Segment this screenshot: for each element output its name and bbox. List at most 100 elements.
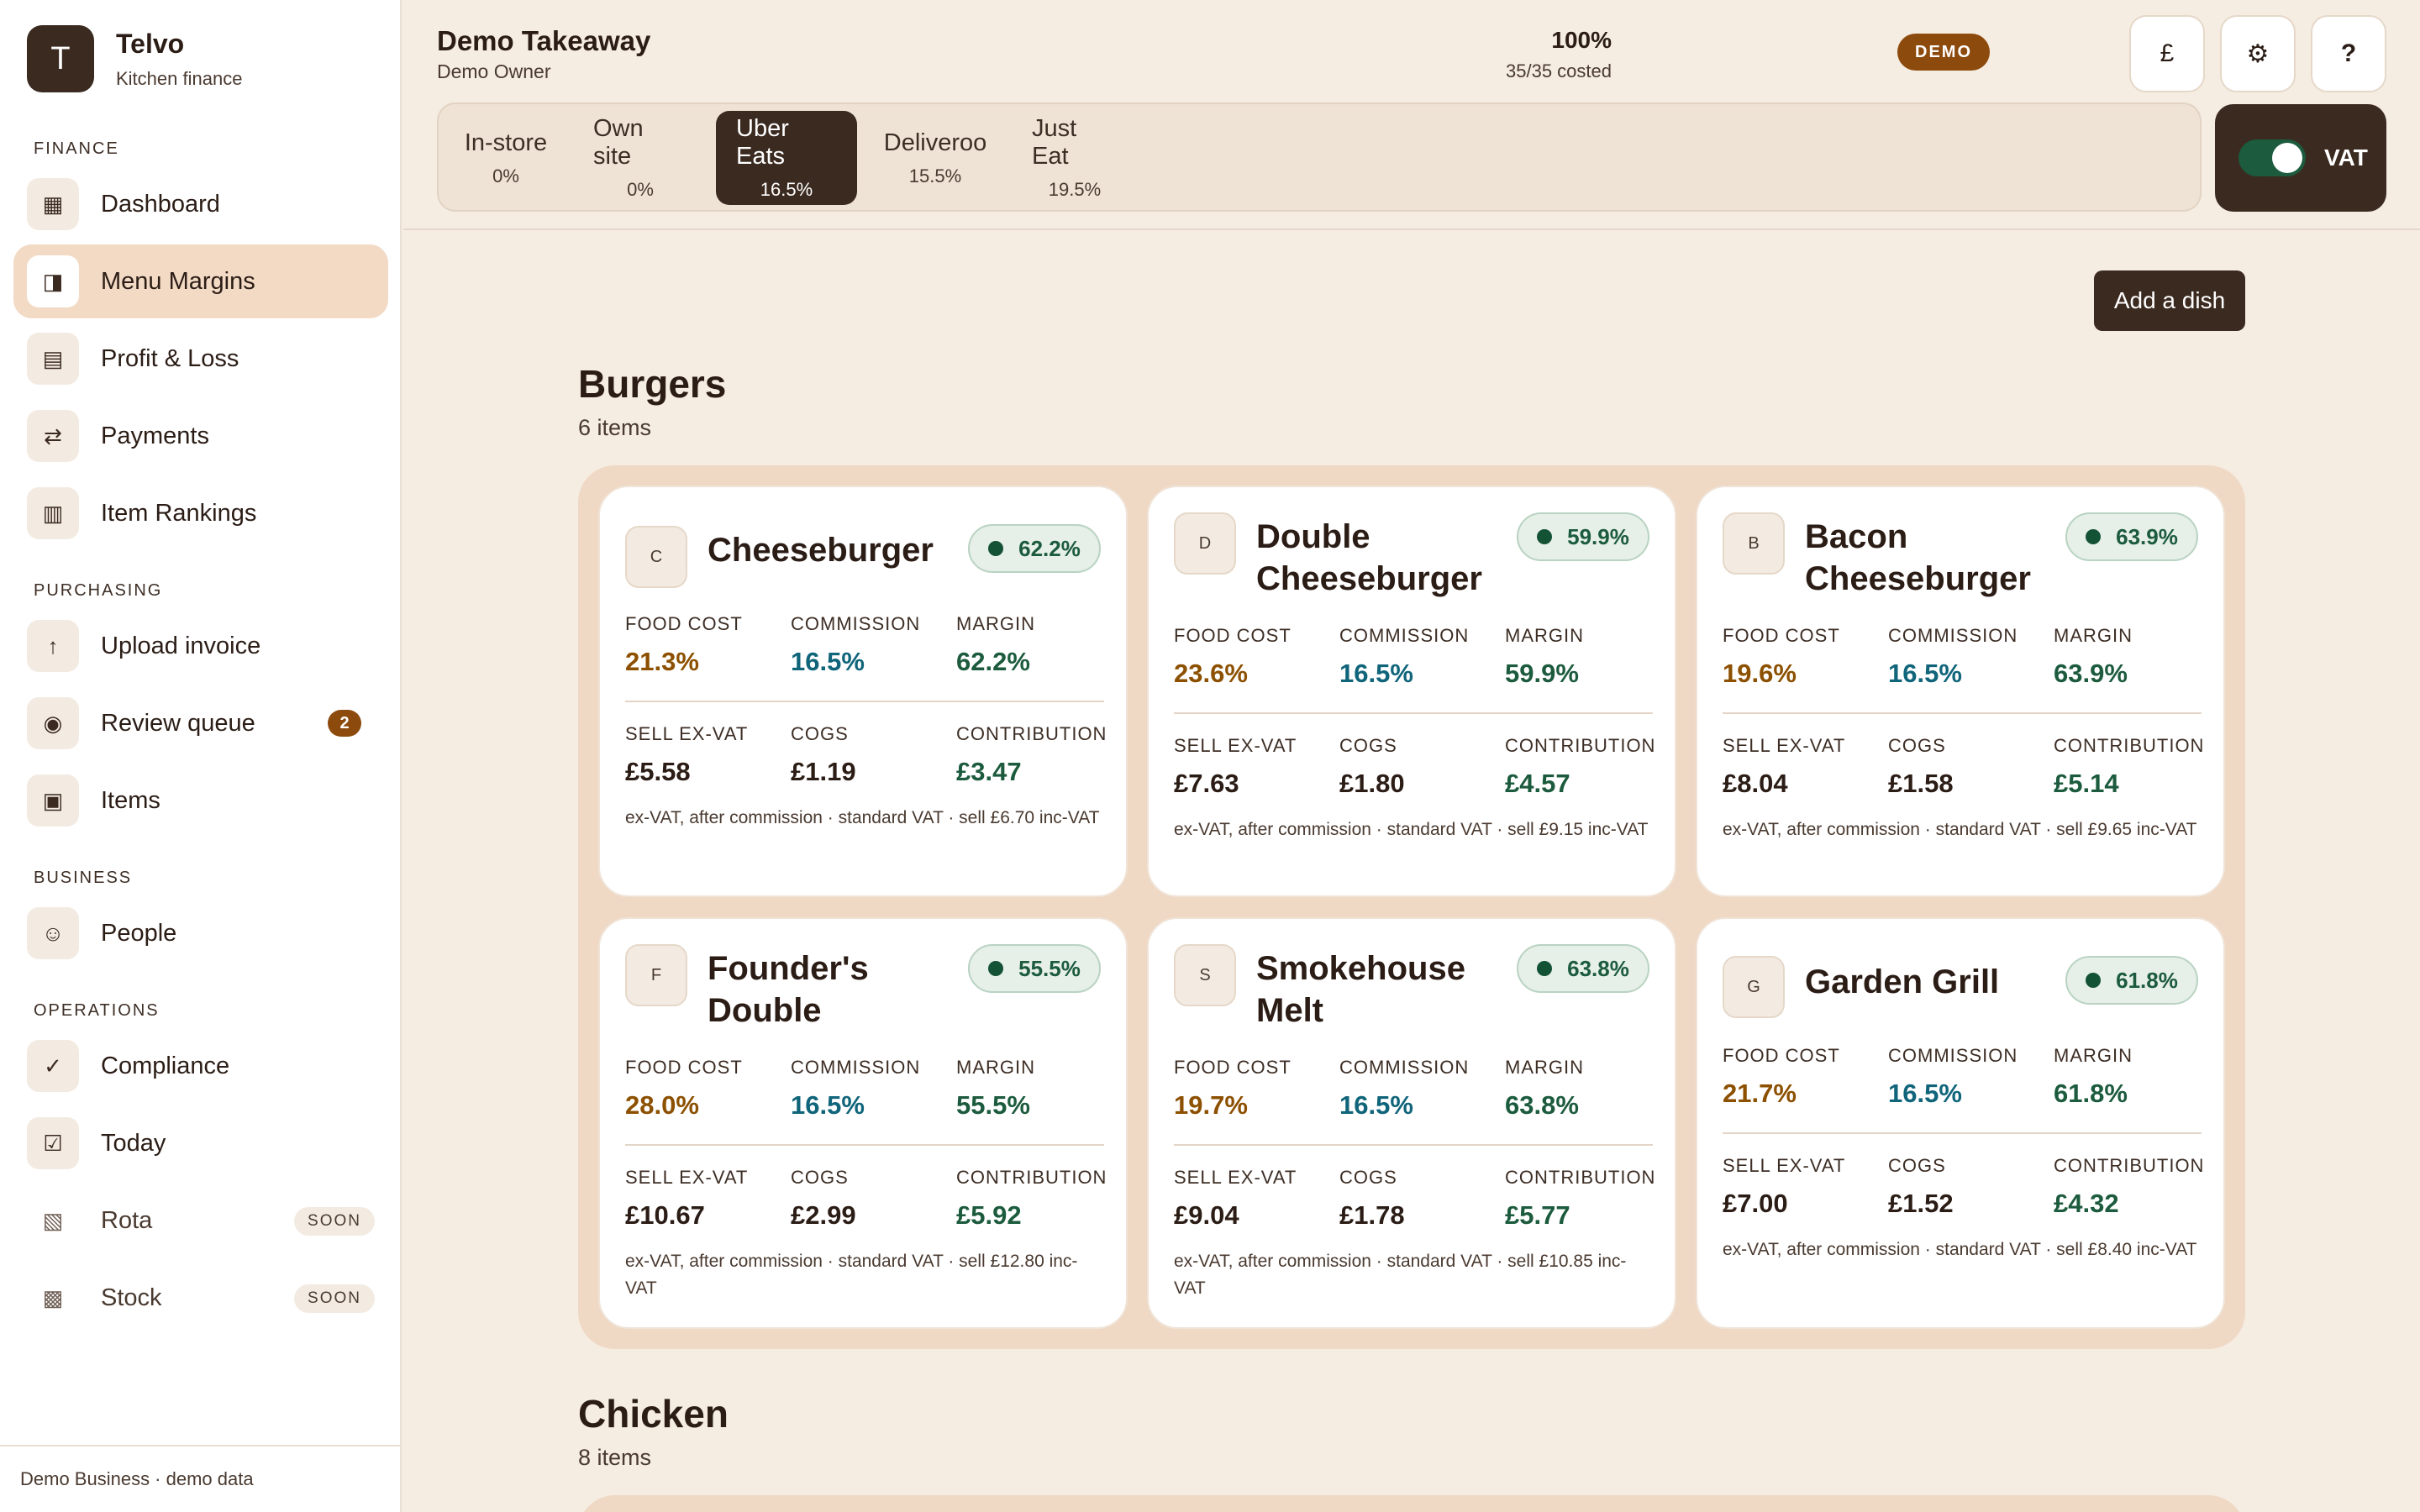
channel-uber-eats[interactable]: Uber Eats 16.5%	[716, 111, 857, 205]
sidebar-item-items[interactable]: ▣ Items	[13, 764, 388, 837]
channel-commission: 0%	[627, 179, 654, 200]
sidebar-item-compliance[interactable]: ✓ Compliance	[13, 1029, 388, 1103]
stat-row-percent: FOOD COST 23.6% COMMISSION 16.5% MARGIN 59.…	[1174, 625, 1653, 688]
sidebar-item-rota: ▧ Rota SOON	[13, 1184, 388, 1257]
margin-value: 63.8%	[1505, 1090, 1579, 1120]
cogs-value: £1.78	[1339, 1200, 1405, 1230]
stat-label: SELL EX-VAT	[625, 723, 749, 744]
card-divider	[1174, 712, 1653, 714]
dashboard-icon: ▦	[27, 178, 79, 230]
dish-avatar: G	[1723, 956, 1785, 1018]
stat-label: COMMISSION	[1888, 1045, 2018, 1066]
sell-stat: SELL EX-VAT £9.04	[1174, 1167, 1297, 1231]
margin-value: 55.5%	[956, 1090, 1030, 1120]
commission-value: 16.5%	[1339, 659, 1413, 688]
add-dish-button[interactable]: Add a dish	[2094, 270, 2245, 331]
margin-stat: MARGIN 63.9%	[2054, 625, 2133, 689]
margin-value: 63.9%	[2054, 659, 2128, 688]
channel-commission: 0%	[492, 165, 519, 186]
food-cost-stat: FOOD COST 23.6%	[1174, 625, 1292, 689]
costed-percent: 100%	[1551, 27, 1612, 53]
contribution-stat: CONTRIBUTION £4.32	[2054, 1155, 2204, 1219]
dish-avatar: F	[625, 944, 687, 1006]
margin-stat: MARGIN 62.2%	[956, 613, 1035, 677]
stat-row-money: SELL EX-VAT £7.63 COGS £1.80 CONTRIBUTION £…	[1174, 735, 1655, 798]
margin-badge: 63.9%	[2065, 512, 2198, 561]
sidebar-item-menu-margins[interactable]: ◨ Menu Margins	[13, 244, 388, 318]
margin-badge-value: 62.2%	[1018, 535, 1081, 561]
dish-card-smokehouse-melt[interactable]: S Smokehouse Melt 63.8% FOOD COST 19.7% C…	[1147, 917, 1676, 1329]
nav-section-business: BUSINESS	[34, 869, 133, 887]
sidebar-item-dashboard[interactable]: ▦ Dashboard	[13, 167, 388, 241]
sidebar-item-today[interactable]: ☑ Today	[13, 1106, 388, 1180]
channel-own-site[interactable]: Own site 0%	[573, 111, 708, 205]
currency-button[interactable]: £	[2129, 15, 2205, 92]
food-cost-stat: FOOD COST 19.7%	[1174, 1057, 1292, 1121]
switch-knob	[2272, 143, 2302, 173]
sell-value: £7.63	[1174, 769, 1239, 798]
margin-value: 61.8%	[2054, 1079, 2128, 1108]
dish-name: Garden Grill	[1805, 963, 2000, 1000]
cogs-value: £1.80	[1339, 769, 1405, 798]
channel-just-eat[interactable]: Just Eat 19.5%	[1012, 111, 1138, 205]
sidebar-item-payments[interactable]: ⇄ Payments	[13, 399, 388, 473]
channel-commission: 15.5%	[908, 165, 962, 186]
sidebar-item-people[interactable]: ☺ People	[13, 896, 388, 970]
sell-value: £9.04	[1174, 1200, 1239, 1230]
contribution-stat: CONTRIBUTION £4.57	[1505, 735, 1655, 799]
brand-name: Telvo	[116, 28, 185, 59]
sidebar-item-upload-invoice[interactable]: ↑ Upload invoice	[13, 609, 388, 683]
channel-in-store[interactable]: In-store 0%	[444, 111, 568, 205]
sidebar-item-label: People	[101, 919, 177, 947]
stat-label: FOOD COST	[625, 1057, 743, 1078]
margin-badge: 63.8%	[1517, 944, 1649, 993]
food-cost-value: 23.6%	[1174, 659, 1248, 688]
dish-name: Cheeseburger	[708, 532, 934, 569]
items-icon: ▣	[27, 774, 79, 827]
dish-note: ex-VAT, after commission · standard VAT …	[1723, 820, 2197, 839]
cogs-stat: COGS £2.99	[791, 1167, 856, 1231]
margin-badge-value: 61.8%	[2116, 967, 2178, 993]
settings-button[interactable]: ⚙	[2220, 15, 2296, 92]
brand[interactable]: T Telvo Kitchen finance	[27, 25, 242, 92]
food-cost-value: 19.7%	[1174, 1090, 1248, 1120]
vat-toggle[interactable]: VAT	[2215, 104, 2386, 212]
stat-row-percent: FOOD COST 19.7% COMMISSION 16.5% MARGIN 63.…	[1174, 1057, 1653, 1120]
stat-label: COMMISSION	[1339, 625, 1470, 646]
dish-note: ex-VAT, after commission · standard VAT …	[625, 808, 1100, 827]
margin-badge: 61.8%	[2065, 956, 2198, 1005]
stat-label: COGS	[1888, 1155, 1946, 1176]
cogs-stat: COGS £1.52	[1888, 1155, 1954, 1219]
stat-label: FOOD COST	[1723, 1045, 1840, 1066]
dish-card-double-cheeseburger[interactable]: D Double Cheeseburger 59.9% FOOD COST 23.…	[1147, 486, 1676, 897]
food-cost-stat: FOOD COST 19.6%	[1723, 625, 1840, 689]
margin-stat: MARGIN 55.5%	[956, 1057, 1035, 1121]
dish-avatar: C	[625, 526, 687, 588]
stat-label: FOOD COST	[1174, 625, 1292, 646]
dish-card-founders-double[interactable]: F Founder's Double 55.5% FOOD COST 28.0% …	[598, 917, 1128, 1329]
sidebar-item-profit-loss[interactable]: ▤ Profit & Loss	[13, 322, 388, 396]
sidebar-footer: Demo Business · demo data	[0, 1445, 400, 1512]
compliance-icon: ✓	[27, 1040, 79, 1092]
stat-label: COGS	[791, 723, 849, 744]
stat-label: CONTRIBUTION	[2054, 1155, 2205, 1176]
dish-name: Bacon Cheeseburger	[1805, 518, 2031, 597]
dish-card-cheeseburger[interactable]: C Cheeseburger 62.2% FOOD COST 21.3% COMM…	[598, 486, 1128, 897]
channel-deliveroo[interactable]: Deliveroo 15.5%	[865, 111, 1005, 205]
sidebar-item-item-rankings[interactable]: ▥ Item Rankings	[13, 476, 388, 550]
sidebar-item-label: Items	[101, 786, 160, 814]
dish-card-bacon-cheeseburger[interactable]: B Bacon Cheeseburger 63.9% FOOD COST 19.6…	[1696, 486, 2225, 897]
stat-row-percent: FOOD COST 28.0% COMMISSION 16.5% MARGIN 55.…	[625, 1057, 1104, 1120]
sidebar-item-label: Review queue	[101, 709, 255, 737]
dish-grid: C Cheeseburger 62.2% FOOD COST 21.3% COMM…	[578, 465, 2245, 1349]
sidebar-item-review-queue[interactable]: ◉ Review queue 2	[13, 686, 388, 760]
demo-badge: DEMO	[1897, 34, 1990, 71]
sidebar-item-label: Today	[101, 1129, 166, 1157]
costed-summary: 100% 35/35 costed	[1506, 27, 1612, 82]
channel-selector: In-store 0% Own site 0% Uber Eats 16.5% …	[437, 102, 2202, 212]
stat-label: COGS	[1339, 735, 1397, 756]
vat-switch[interactable]	[2238, 139, 2306, 176]
dish-card-garden-grill[interactable]: G Garden Grill 61.8% FOOD COST 21.7% COMM…	[1696, 917, 2225, 1329]
help-button[interactable]: ?	[2311, 15, 2386, 92]
cogs-value: £1.58	[1888, 769, 1954, 798]
